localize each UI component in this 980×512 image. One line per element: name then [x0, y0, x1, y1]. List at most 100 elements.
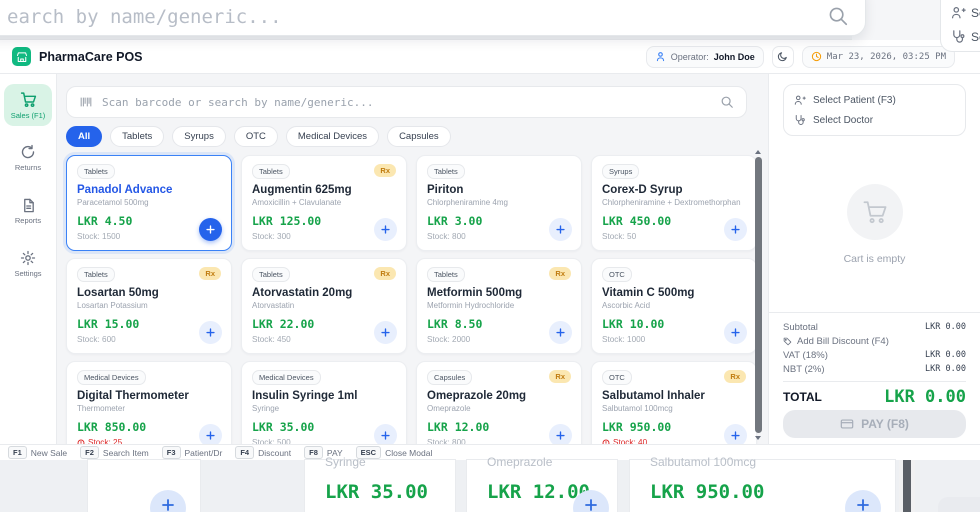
plus-icon [556, 328, 565, 337]
magnified-generic: Omeprazole [487, 455, 553, 469]
product-card[interactable]: Capsules Rx Omeprazole 20mg Omeprazole L… [416, 361, 582, 444]
add-to-cart-button[interactable] [374, 218, 397, 241]
add-to-cart-button[interactable] [199, 218, 222, 241]
scrollbar-thumb[interactable] [903, 460, 911, 512]
magnified-select-doctor[interactable]: Se [951, 29, 980, 44]
add-to-cart-button[interactable] [573, 490, 609, 512]
category-tab[interactable]: Tablets [110, 126, 165, 147]
shortcut-key: F4 [235, 446, 255, 459]
cart-panel: Select Patient (F3) Select Doctor Cart i… [768, 74, 980, 444]
app-body: Sales (F1) Returns Reports Settings Scan… [0, 74, 980, 444]
product-card[interactable]: Tablets Rx Atorvastatin 20mg Atorvastati… [241, 258, 407, 354]
scroll-down-arrow[interactable] [755, 436, 761, 440]
scrollbar-thumb[interactable] [754, 157, 762, 433]
shortcut-hint: F4 Discount [235, 446, 291, 459]
rotate-ccw-icon [21, 144, 35, 159]
category-tab[interactable]: All [66, 126, 103, 147]
product-name: Corex-D Syrup [602, 184, 683, 196]
patient-doctor-box: Select Patient (F3) Select Doctor [783, 84, 966, 136]
header-right-cluster: Operator: John Doe Mar 23, 2026, 03:25 P… [645, 45, 955, 68]
scroll-up-arrow[interactable] [755, 150, 761, 154]
magnified-patient-doctor-panel: Se Se [940, 0, 980, 52]
product-card[interactable]: Tablets Rx Augmentin 625mg Amoxicillin +… [241, 155, 407, 251]
add-to-cart-button[interactable] [549, 424, 572, 444]
product-generic: Omeprazole [427, 404, 471, 413]
pay-button[interactable]: PAY (F8) [783, 410, 966, 438]
add-to-cart-button[interactable] [199, 321, 222, 344]
product-scrollbar[interactable] [752, 150, 764, 440]
cart-icon [20, 91, 36, 107]
add-to-cart-button[interactable] [724, 218, 747, 241]
plus-icon [731, 328, 740, 337]
shortcut-label: New Sale [30, 447, 68, 458]
vat-value: LKR 0.00 [925, 350, 966, 360]
category-tab[interactable]: OTC [233, 126, 278, 147]
product-search-bar[interactable]: Scan barcode or search by name/generic..… [66, 86, 747, 118]
add-to-cart-button[interactable] [199, 424, 222, 444]
product-generic: Losartan Potassium [77, 301, 148, 310]
sidebar-item-settings[interactable]: Settings [4, 243, 52, 285]
sidebar-item-reports[interactable]: Reports [4, 190, 52, 232]
category-tab[interactable]: Medical Devices [285, 126, 380, 147]
total-label: TOTAL [783, 390, 822, 404]
product-card[interactable]: Tablets Rx Metformin 500mg Metformin Hyd… [416, 258, 582, 354]
empty-cart-area: Cart is empty [769, 184, 980, 265]
product-card[interactable]: Tablets Piriton Chlorpheniramine 4mg LKR… [416, 155, 582, 251]
shortcut-key: F3 [161, 446, 181, 459]
add-to-cart-button[interactable] [724, 424, 747, 444]
magnified-search-box[interactable]: earch by name/generic... [0, 0, 866, 36]
vat-row: VAT (18%) LKR 0.00 [783, 349, 966, 361]
sidebar-item-label: Reports [14, 215, 42, 225]
category-badge: Tablets [427, 267, 465, 282]
operator-chip: Operator: John Doe [645, 45, 764, 68]
add-to-cart-button[interactable] [724, 321, 747, 344]
sidebar-item-label: Returns [14, 163, 42, 172]
product-card[interactable]: Medical Devices Digital Thermometer Ther… [66, 361, 232, 444]
category-tab[interactable]: Syrups [172, 126, 226, 147]
product-name: Piriton [427, 184, 464, 196]
dark-mode-toggle[interactable] [771, 45, 794, 68]
select-patient-button[interactable]: Select Patient (F3) [794, 94, 955, 106]
product-card[interactable]: Tablets Panadol Advance Paracetamol 500m… [66, 155, 232, 251]
operator-name: John Doe [713, 51, 755, 62]
user-plus-icon [951, 7, 966, 19]
nbt-value: LKR 0.00 [925, 364, 966, 374]
product-card[interactable]: Tablets Rx Losartan 50mg Losartan Potass… [66, 258, 232, 354]
tag-icon [783, 337, 792, 345]
add-to-cart-button[interactable] [549, 321, 572, 344]
category-tab[interactable]: Capsules [387, 126, 451, 147]
add-discount-button[interactable]: Add Bill Discount (F4) [783, 334, 966, 348]
select-doctor-button[interactable]: Select Doctor [794, 114, 955, 126]
add-to-cart-button[interactable] [374, 321, 397, 344]
category-badge: Medical Devices [77, 370, 146, 385]
magnified-card-fragment: Syringe LKR 35.00 [305, 455, 455, 512]
product-card[interactable]: Syrups Corex-D Syrup Chlorpheniramine + … [591, 155, 757, 251]
magnified-bottom-strip: Syringe LKR 35.00 Omeprazole LKR 12.00 S… [0, 455, 980, 512]
add-to-cart-button[interactable] [150, 490, 186, 512]
product-card[interactable]: Medical Devices Insulin Syringe 1ml Syri… [241, 361, 407, 444]
plus-icon [556, 225, 565, 234]
add-to-cart-button[interactable] [549, 218, 572, 241]
credit-card-icon [840, 419, 854, 429]
product-generic: Thermometer [77, 404, 126, 413]
sidebar-item-sales[interactable]: Sales (F1) [4, 84, 52, 126]
product-card[interactable]: OTC Vitamin C 500mg Ascorbic Acid LKR 10… [591, 258, 757, 354]
datetime-text: Mar 23, 2026, 03:25 PM [826, 51, 946, 62]
magnified-scrollbar[interactable] [899, 460, 915, 512]
product-name: Metformin 500mg [427, 287, 523, 299]
add-to-cart-button[interactable] [374, 424, 397, 444]
product-name: Omeprazole 20mg [427, 390, 527, 402]
sidebar-item-returns[interactable]: Returns [4, 137, 52, 179]
product-generic: Metformin Hydrochloride [427, 301, 515, 310]
totals-section: Subtotal LKR 0.00 Add Bill Discount (F4)… [769, 312, 980, 407]
barcode-icon [80, 97, 92, 107]
empty-cart-icon-circle [846, 184, 903, 240]
add-to-cart-button[interactable] [845, 490, 881, 512]
magnified-price: LKR 950.00 [650, 481, 765, 503]
shortcut-label: Patient/Dr [184, 447, 223, 458]
plus-icon [556, 431, 565, 440]
magnified-select-patient[interactable]: Se [951, 5, 980, 20]
stethoscope-icon [795, 115, 805, 125]
total-row: TOTAL LKR 0.00 [783, 387, 966, 407]
product-card[interactable]: OTC Rx Salbutamol Inhaler Salbutamol 100… [591, 361, 757, 444]
